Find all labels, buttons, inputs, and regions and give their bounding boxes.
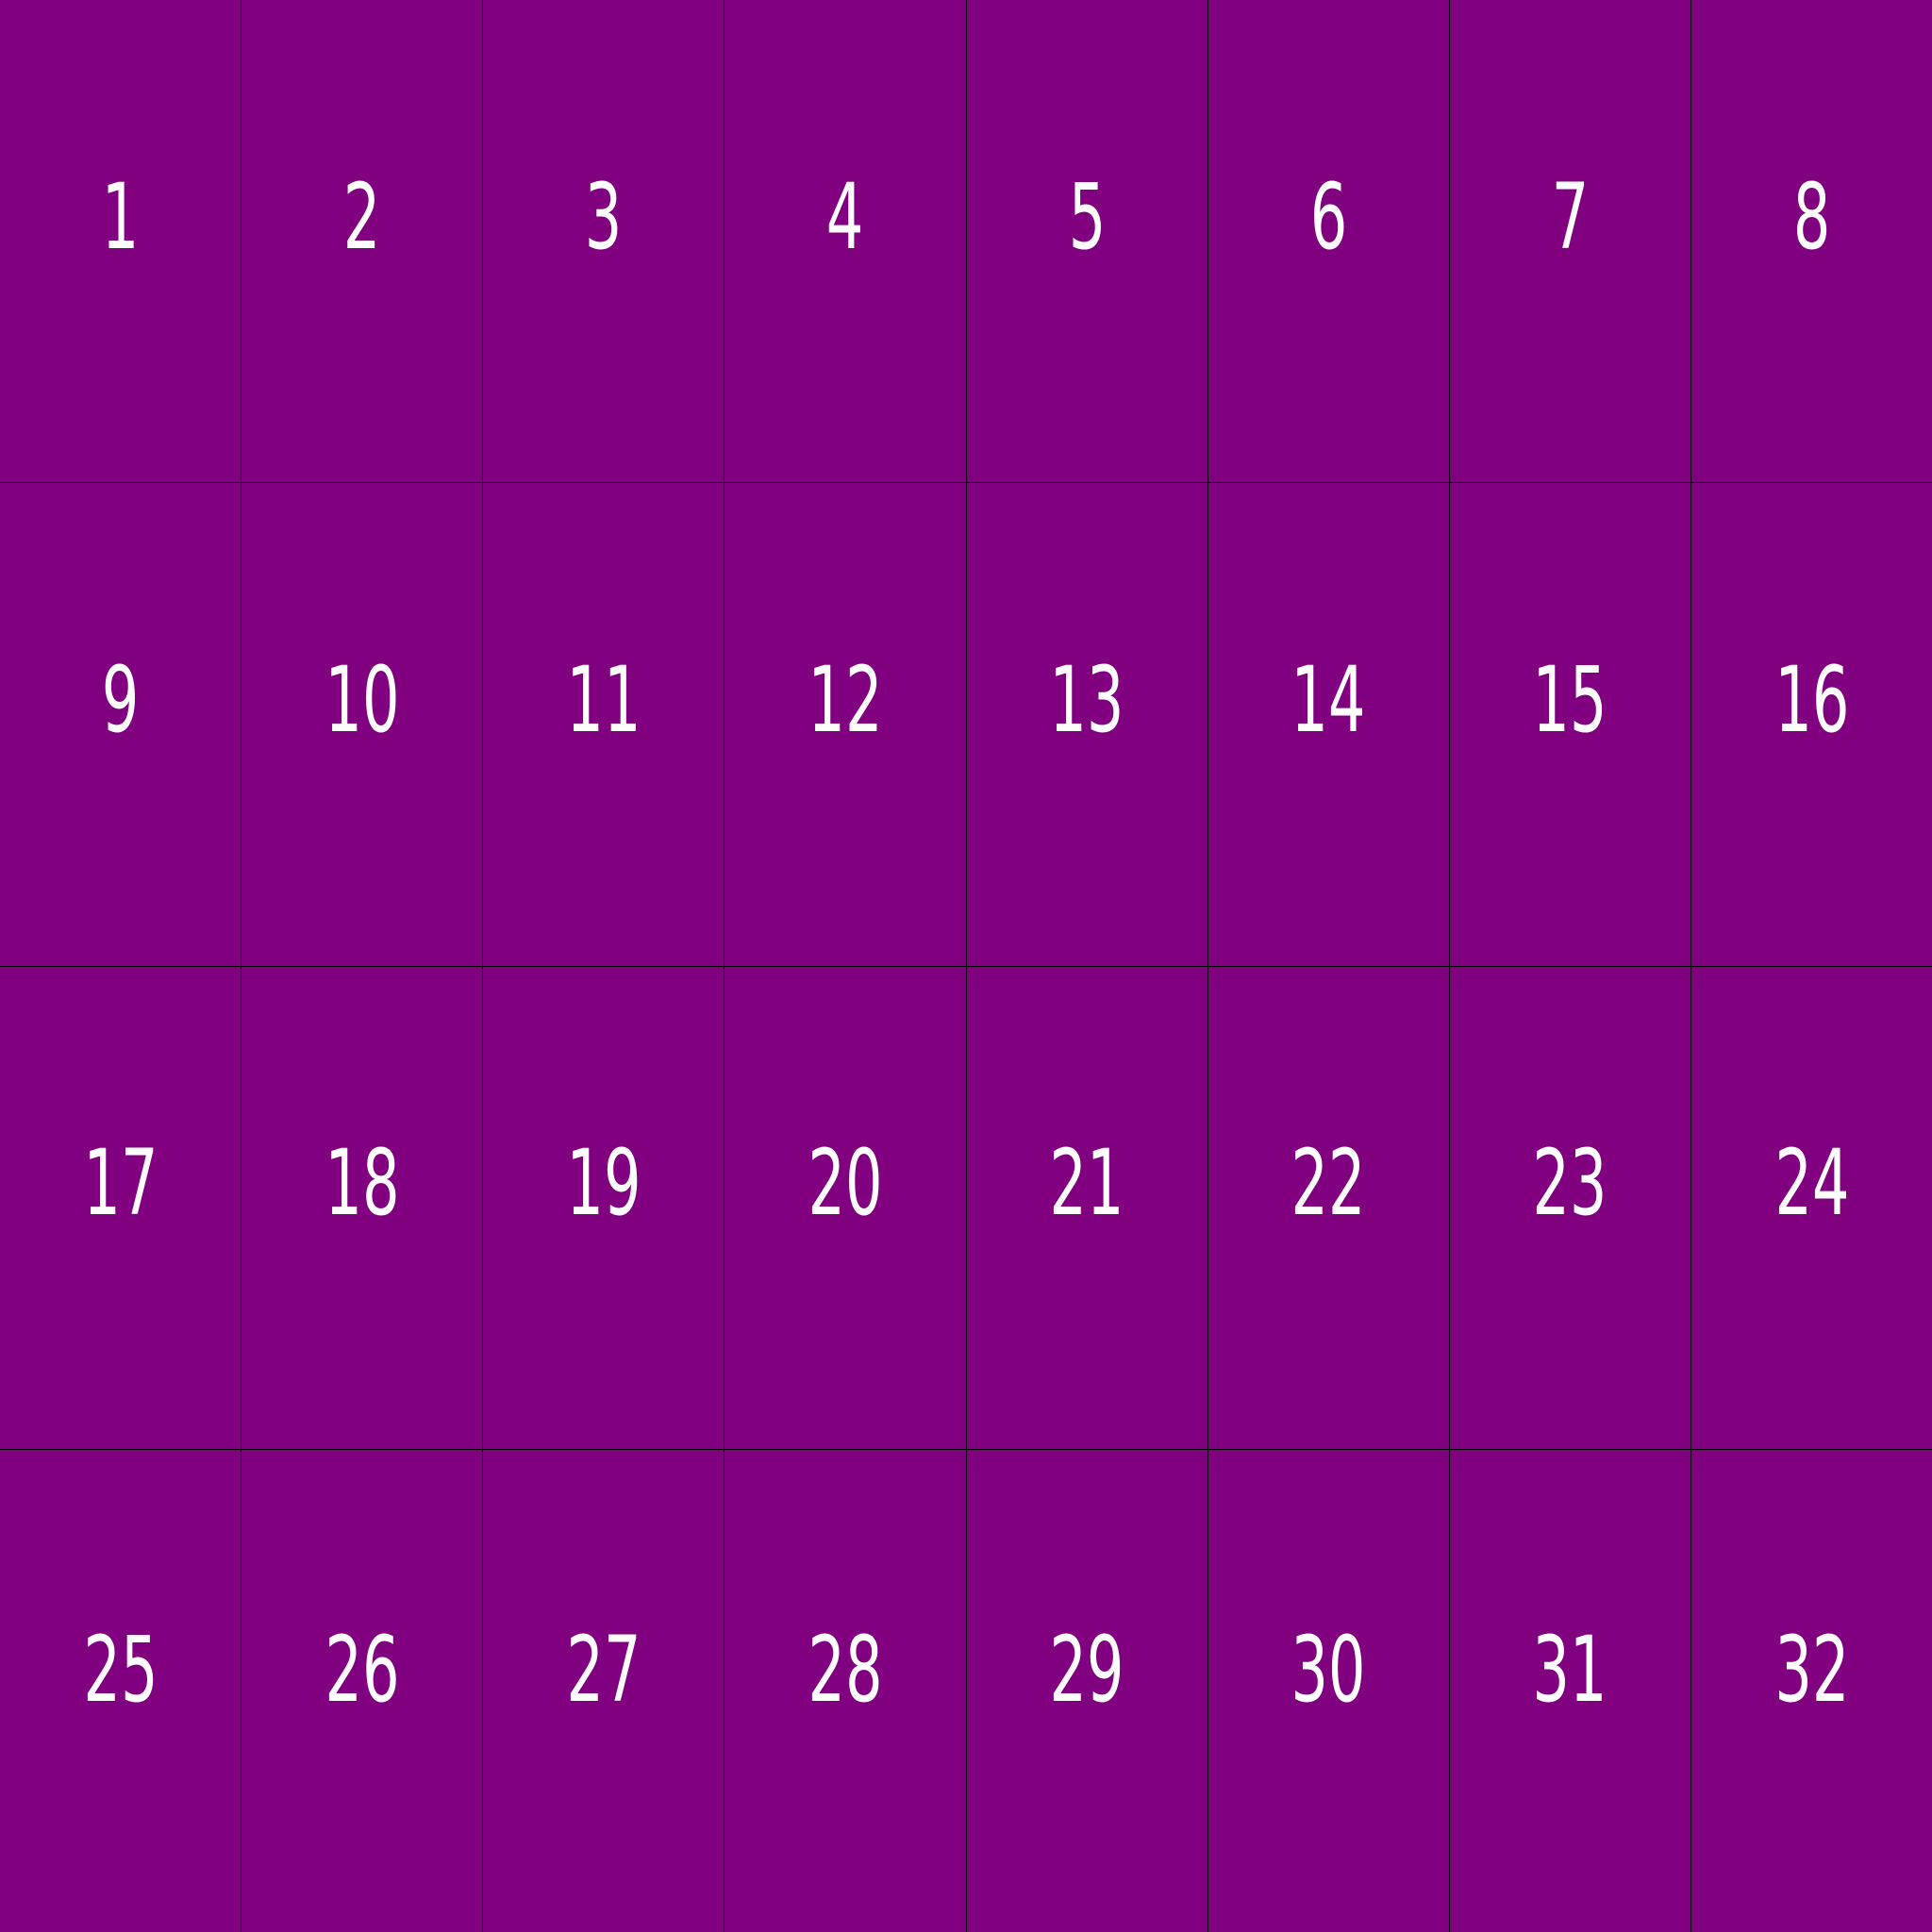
grid-cell-10[interactable]: 10 [242,483,483,966]
cell-number-label: 12 [808,646,883,753]
grid-cell-25[interactable]: 25 [0,1449,242,1932]
grid-cell-7[interactable]: 7 [1449,0,1690,483]
grid-cell-14[interactable]: 14 [1208,483,1449,966]
grid-cell-26[interactable]: 26 [242,1449,483,1932]
cell-number-label: 25 [83,1617,158,1724]
grid-cell-20[interactable]: 20 [724,966,966,1449]
grid-cell-27[interactable]: 27 [483,1449,724,1932]
cell-number-label: 16 [1774,646,1849,753]
cell-number-label: 23 [1532,1130,1607,1237]
grid-cell-11[interactable]: 11 [483,483,724,966]
grid-cell-5[interactable]: 5 [966,0,1208,483]
cell-number-label: 15 [1532,646,1607,753]
grid-cell-16[interactable]: 16 [1690,483,1932,966]
cell-number-label: 13 [1049,646,1124,753]
cell-number-label: 8 [1792,163,1831,270]
grid-cell-6[interactable]: 6 [1208,0,1449,483]
grid-cell-31[interactable]: 31 [1449,1449,1690,1932]
grid-cell-9[interactable]: 9 [0,483,242,966]
cell-number-label: 22 [1291,1130,1366,1237]
cell-number-label: 32 [1774,1617,1849,1724]
grid-cell-8[interactable]: 8 [1690,0,1932,483]
grid-cell-21[interactable]: 21 [966,966,1208,1449]
grid-cell-1[interactable]: 1 [0,0,242,483]
cell-number-label: 30 [1291,1617,1366,1724]
grid-cell-32[interactable]: 32 [1690,1449,1932,1932]
cell-number-label: 31 [1532,1617,1607,1724]
cell-number-label: 10 [325,646,400,753]
cell-number-label: 26 [325,1617,400,1724]
grid-cell-28[interactable]: 28 [724,1449,966,1932]
cell-number-label: 18 [325,1130,400,1237]
cell-number-label: 21 [1049,1130,1124,1237]
grid-cell-19[interactable]: 19 [483,966,724,1449]
grid-cell-13[interactable]: 13 [966,483,1208,966]
number-grid: 1 2 3 4 5 6 7 8 9 10 11 12 13 14 15 16 17 18 19 20 21 22 23 24 2… [0,0,1932,1932]
grid-cell-22[interactable]: 22 [1208,966,1449,1449]
grid-cell-3[interactable]: 3 [483,0,724,483]
cell-number-label: 29 [1049,1617,1124,1724]
cell-number-label: 17 [83,1130,158,1237]
cell-number-label: 20 [808,1130,883,1237]
grid-cell-29[interactable]: 29 [966,1449,1208,1932]
cell-number-label: 28 [808,1617,883,1724]
grid-cell-30[interactable]: 30 [1208,1449,1449,1932]
cell-number-label: 9 [101,646,140,753]
cell-number-label: 5 [1068,163,1106,270]
cell-number-label: 14 [1291,646,1366,753]
grid-cell-18[interactable]: 18 [242,966,483,1449]
cell-number-label: 6 [1309,163,1347,270]
cell-number-label: 27 [566,1617,641,1724]
grid-cell-12[interactable]: 12 [724,483,966,966]
grid-cell-24[interactable]: 24 [1690,966,1932,1449]
cell-number-label: 2 [342,163,381,270]
cell-number-label: 4 [826,163,864,270]
cell-number-label: 11 [566,646,641,753]
grid-cell-23[interactable]: 23 [1449,966,1690,1449]
grid-cell-4[interactable]: 4 [724,0,966,483]
cell-number-label: 24 [1774,1130,1849,1237]
cell-number-label: 1 [101,163,140,270]
grid-cell-17[interactable]: 17 [0,966,242,1449]
grid-cell-15[interactable]: 15 [1449,483,1690,966]
cell-number-label: 7 [1551,163,1590,270]
cell-number-label: 19 [566,1130,641,1237]
grid-cell-2[interactable]: 2 [242,0,483,483]
cell-number-label: 3 [585,163,623,270]
